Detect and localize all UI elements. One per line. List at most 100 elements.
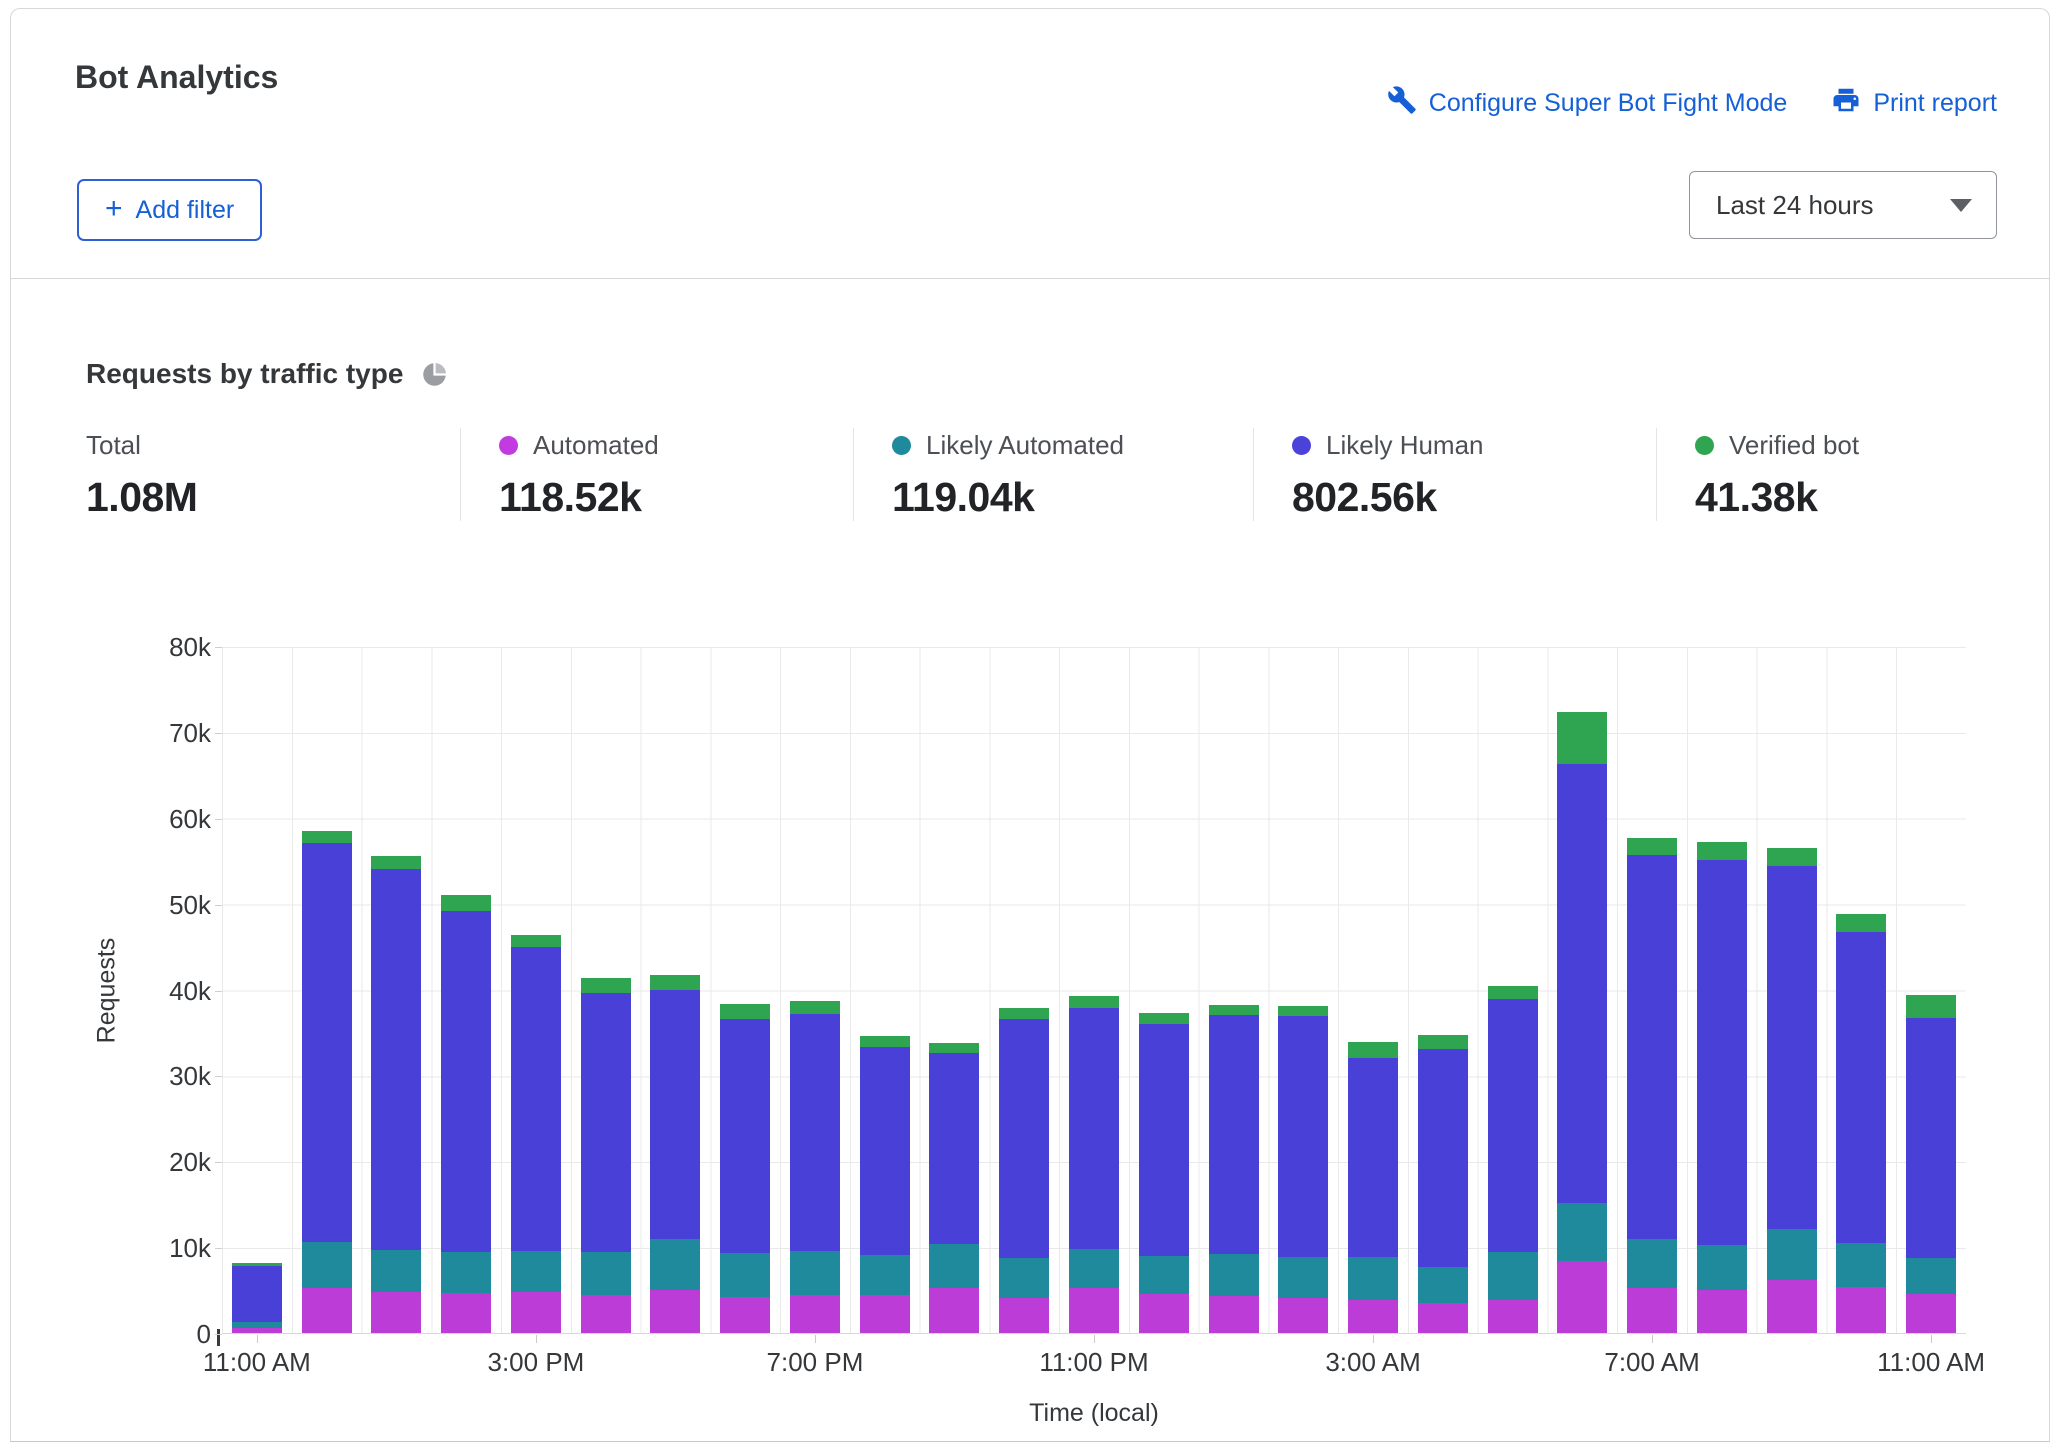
bar-1000pm[interactable] — [999, 1008, 1049, 1333]
bar-600am[interactable] — [1557, 712, 1607, 1333]
segment-likely-human — [511, 947, 561, 1251]
segment-likely-human — [1418, 1049, 1468, 1267]
bar-600pm[interactable] — [720, 1004, 770, 1333]
stat-likely-human: Likely Human 802.56k — [1253, 428, 1656, 521]
segment-automated — [720, 1297, 770, 1333]
printer-icon — [1831, 85, 1861, 122]
segment-verified-bot — [1278, 1006, 1328, 1016]
bar-100am[interactable] — [1209, 1005, 1259, 1333]
bar-200am[interactable] — [1278, 1006, 1328, 1333]
segment-automated — [1139, 1294, 1189, 1334]
segment-automated — [1906, 1294, 1956, 1334]
segment-likely-human — [1767, 866, 1817, 1229]
segment-likely-automated — [999, 1258, 1049, 1298]
segment-verified-bot — [1767, 848, 1817, 866]
bar-800pm[interactable] — [860, 1036, 910, 1333]
card-header: Bot Analytics Configure Super Bot Fight … — [11, 9, 2049, 279]
segment-likely-human — [232, 1266, 282, 1322]
bar-100pm[interactable] — [371, 856, 421, 1333]
stat-verified-bot-value: 41.38k — [1695, 474, 1859, 521]
segment-likely-automated — [650, 1239, 700, 1290]
segment-likely-automated — [790, 1251, 840, 1295]
bar-400am[interactable] — [1418, 1035, 1468, 1333]
segment-likely-automated — [1418, 1267, 1468, 1303]
bar-1100pm[interactable] — [1069, 996, 1119, 1333]
y-tick-label: 10k — [86, 1233, 211, 1264]
segment-verified-bot — [1209, 1005, 1259, 1015]
x-tick-label: 11:00 PM — [1039, 1347, 1148, 1378]
y-tick-label: 30k — [86, 1061, 211, 1092]
bar-1200pm[interactable] — [302, 831, 352, 1333]
stat-total-label: Total — [86, 430, 141, 461]
segment-likely-automated — [1767, 1229, 1817, 1280]
segment-automated — [1418, 1303, 1468, 1333]
segment-automated — [511, 1292, 561, 1333]
y-tick-label: 70k — [86, 718, 211, 749]
segment-verified-bot — [1139, 1013, 1189, 1024]
segment-verified-bot — [1418, 1035, 1468, 1049]
bar-400pm[interactable] — [581, 978, 631, 1333]
automated-dot-icon — [499, 436, 518, 455]
configure-link-label: Configure Super Bot Fight Mode — [1429, 89, 1788, 118]
x-tick-label: 3:00 PM — [487, 1347, 584, 1378]
bar-1100am[interactable] — [1906, 995, 1956, 1333]
segment-likely-human — [441, 911, 491, 1253]
time-range-dropdown[interactable]: Last 24 hours — [1689, 171, 1997, 239]
segment-verified-bot — [999, 1008, 1049, 1019]
segment-verified-bot — [302, 831, 352, 843]
segment-verified-bot — [1348, 1042, 1398, 1058]
bar-300am[interactable] — [1348, 1042, 1398, 1333]
y-tick-mark — [215, 819, 222, 820]
traffic-type-legend: Total 1.08M Automated 118.52k Likely Aut… — [86, 428, 2049, 521]
x-tick-label: 3:00 AM — [1325, 1347, 1420, 1378]
stat-verified-bot: Verified bot 41.38k — [1656, 428, 1859, 521]
segment-automated — [1209, 1296, 1259, 1333]
stat-likely-automated-value: 119.04k — [892, 474, 1253, 521]
add-filter-button[interactable]: + Add filter — [77, 179, 262, 241]
x-tick-label: 11:00 AM — [1877, 1347, 1985, 1378]
y-tick-mark — [215, 1076, 222, 1077]
wrench-icon — [1387, 85, 1417, 122]
y-tick-label: 80k — [86, 632, 211, 663]
bar-900am[interactable] — [1767, 848, 1817, 1333]
segment-automated — [441, 1293, 491, 1333]
pie-chart-icon — [421, 361, 448, 388]
segment-verified-bot — [371, 856, 421, 870]
stat-likely-human-label: Likely Human — [1326, 430, 1484, 461]
configure-super-bot-fight-mode-link[interactable]: Configure Super Bot Fight Mode — [1387, 85, 1788, 122]
verified-bot-dot-icon — [1695, 436, 1714, 455]
x-tick-mark — [1931, 1335, 1932, 1343]
header-links: Configure Super Bot Fight Mode Print rep… — [1387, 85, 1997, 122]
stat-automated-value: 118.52k — [499, 474, 853, 521]
segment-verified-bot — [441, 895, 491, 910]
segment-verified-bot — [1836, 914, 1886, 932]
segment-likely-automated — [1278, 1257, 1328, 1297]
bar-300pm[interactable] — [511, 935, 561, 1333]
segment-likely-human — [650, 990, 700, 1239]
bar-200pm[interactable] — [441, 895, 491, 1333]
bar-800am[interactable] — [1697, 842, 1747, 1333]
segment-automated — [1348, 1300, 1398, 1333]
bar-700am[interactable] — [1627, 838, 1677, 1333]
bar-1100am[interactable] — [232, 1263, 282, 1333]
segment-automated — [1627, 1288, 1677, 1334]
bar-500am[interactable] — [1488, 986, 1538, 1333]
segment-likely-human — [1906, 1018, 1956, 1258]
segment-likely-automated — [1209, 1254, 1259, 1296]
print-report-link[interactable]: Print report — [1831, 85, 1997, 122]
bar-500pm[interactable] — [650, 975, 700, 1333]
segment-automated — [1488, 1300, 1538, 1333]
y-tick-mark — [215, 1248, 222, 1249]
segment-likely-automated — [1906, 1258, 1956, 1293]
x-tick-label: 7:00 AM — [1604, 1347, 1699, 1378]
plot-area — [222, 647, 1966, 1334]
bar-1200am[interactable] — [1139, 1013, 1189, 1333]
bar-700pm[interactable] — [790, 1001, 840, 1333]
segment-likely-automated — [1836, 1243, 1886, 1287]
segment-likely-automated — [371, 1250, 421, 1292]
segment-automated — [650, 1290, 700, 1333]
segment-likely-automated — [1488, 1252, 1538, 1300]
segment-automated — [302, 1288, 352, 1333]
bar-1000am[interactable] — [1836, 914, 1886, 1333]
bar-900pm[interactable] — [929, 1043, 979, 1333]
